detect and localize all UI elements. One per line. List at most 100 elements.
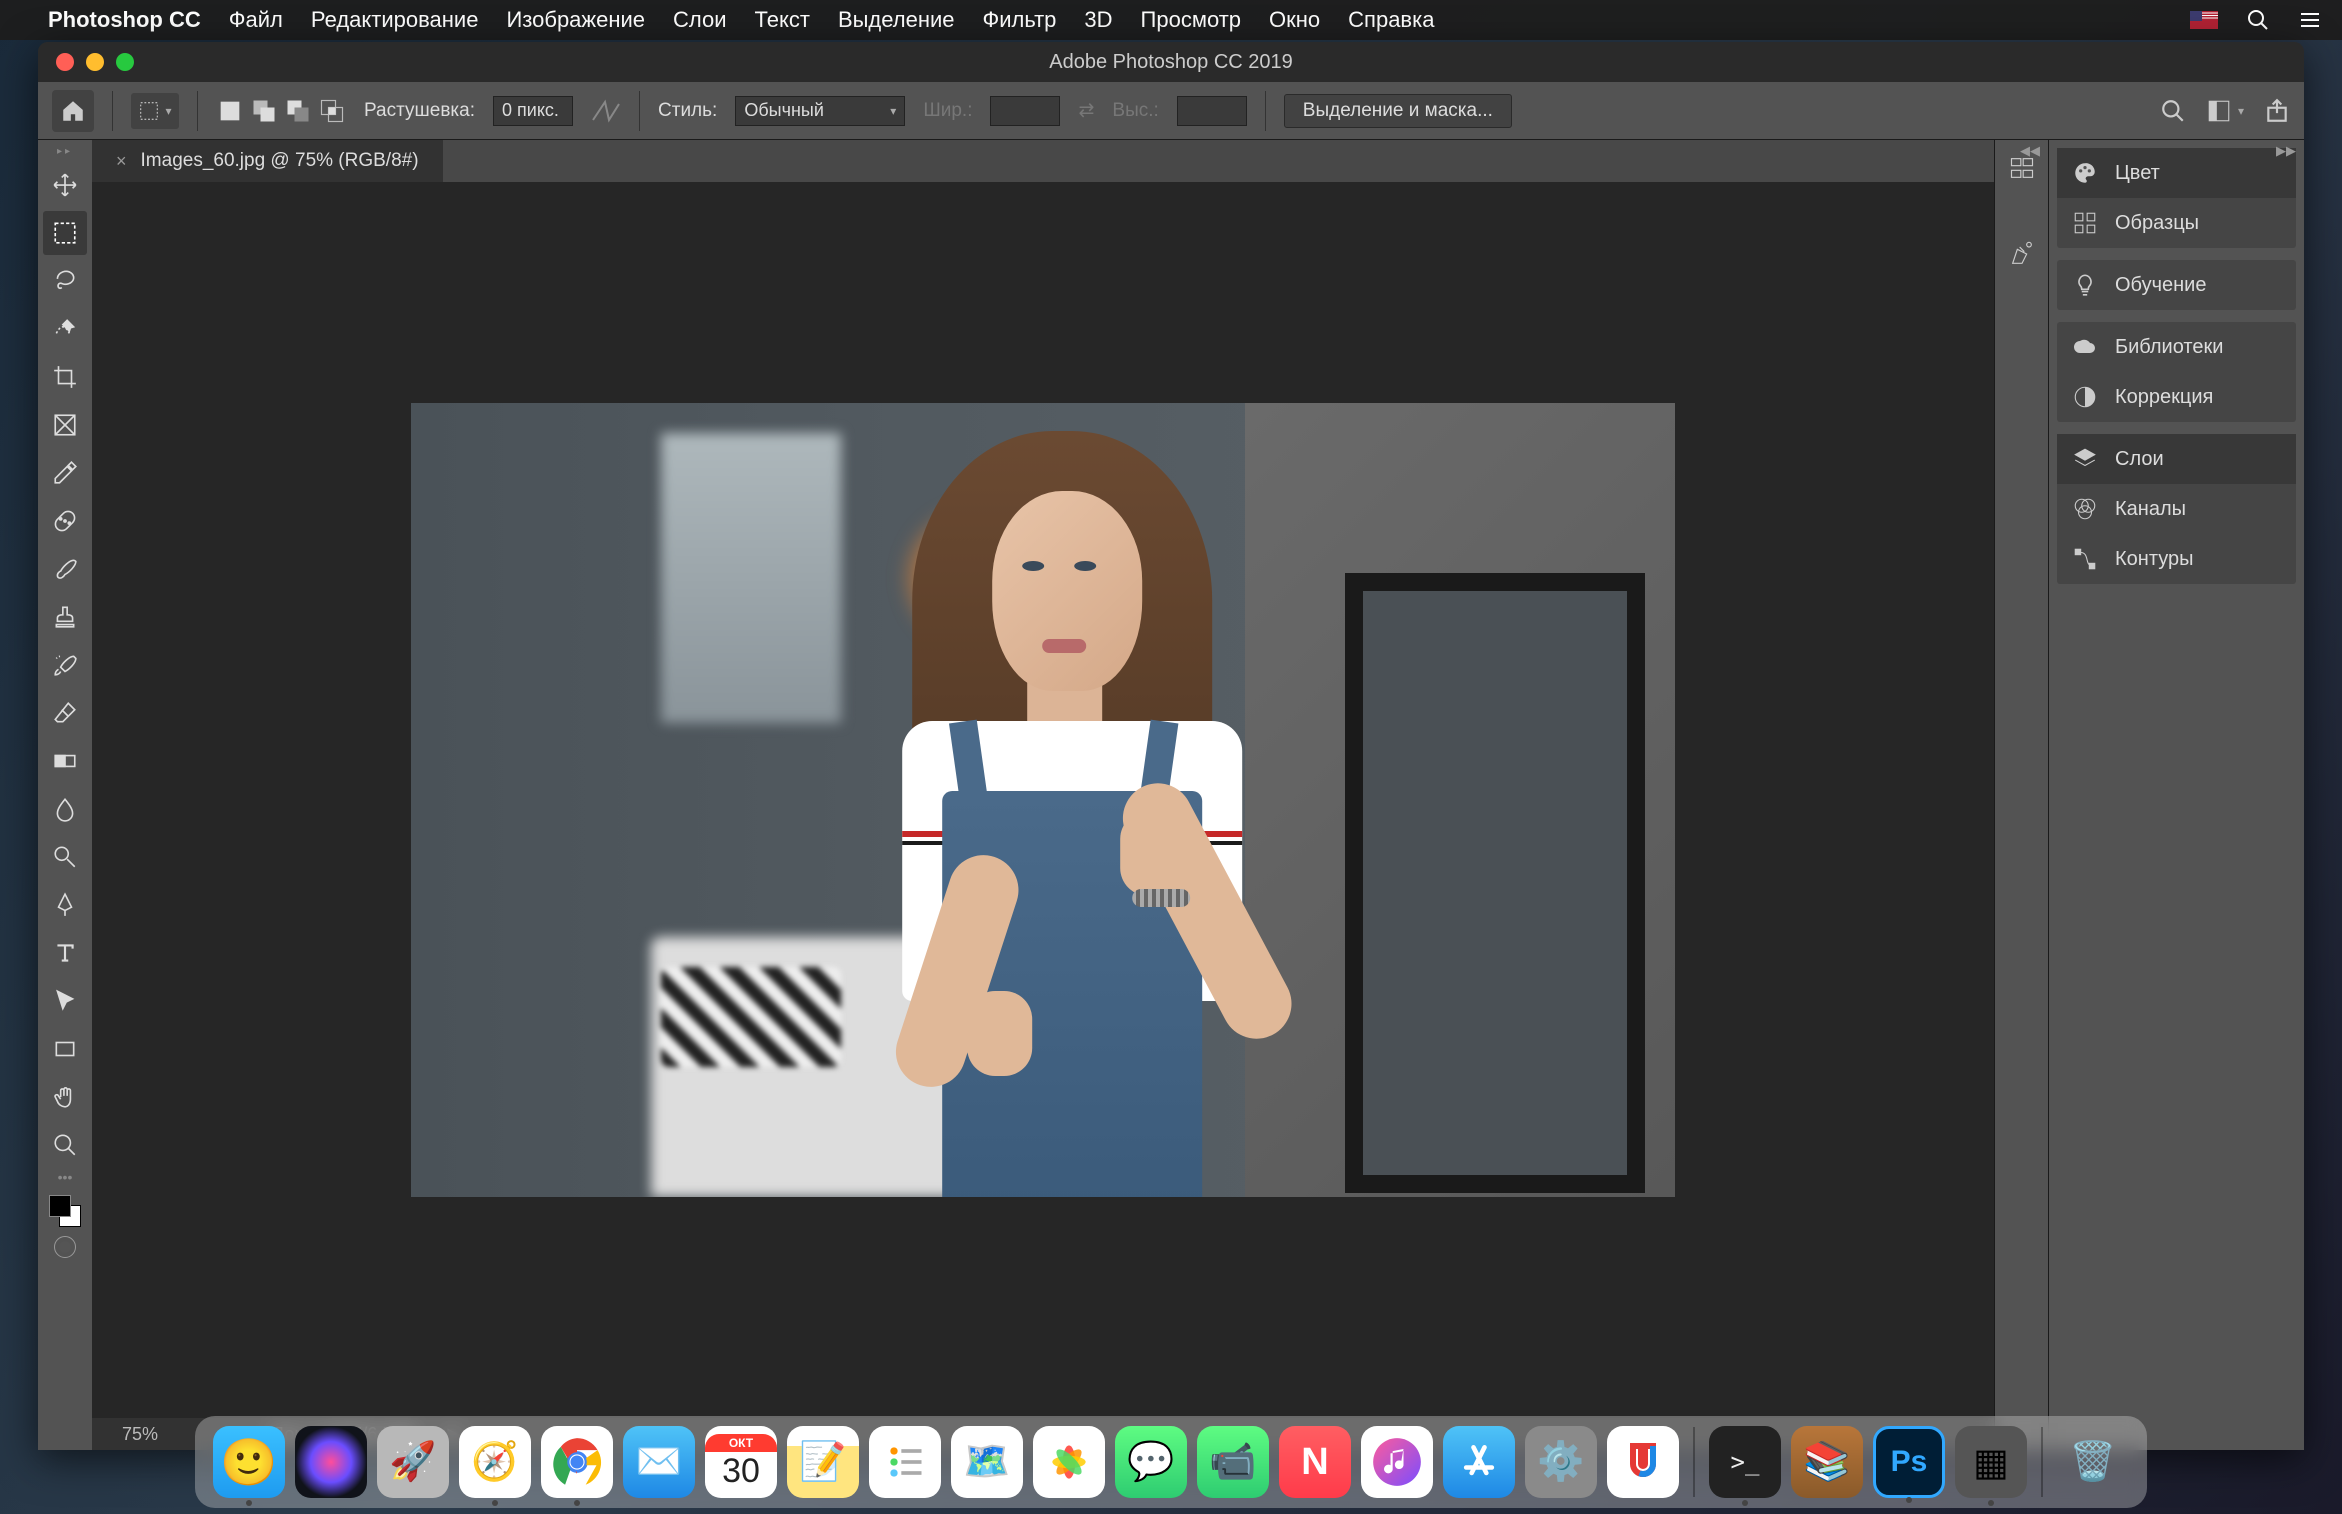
- menu-3d[interactable]: 3D: [1084, 7, 1112, 33]
- dock-trash[interactable]: 🗑️: [2057, 1426, 2129, 1498]
- adjust-icon: [2071, 383, 2099, 411]
- dock-maps[interactable]: 🗺️: [951, 1426, 1023, 1498]
- menu-layers[interactable]: Слои: [673, 7, 727, 33]
- window-maximize-button[interactable]: [116, 53, 134, 71]
- menu-select[interactable]: Выделение: [838, 7, 955, 33]
- hand-tool[interactable]: [43, 1075, 87, 1119]
- blur-tool[interactable]: [43, 787, 87, 831]
- dock-siri[interactable]: [295, 1426, 367, 1498]
- properties-panel-icon[interactable]: [2004, 236, 2040, 272]
- panel-adjustments[interactable]: Коррекция: [2057, 372, 2296, 422]
- selection-subtract-icon[interactable]: [284, 97, 312, 125]
- history-brush-tool[interactable]: [43, 643, 87, 687]
- panel-layers[interactable]: Слои: [2057, 434, 2296, 484]
- dock-app-unknown[interactable]: ▦: [1955, 1426, 2027, 1498]
- menu-image[interactable]: Изображение: [506, 7, 645, 33]
- path-select-tool[interactable]: [43, 979, 87, 1023]
- menu-filter[interactable]: Фильтр: [983, 7, 1057, 33]
- dock-itunes[interactable]: [1361, 1426, 1433, 1498]
- menu-window[interactable]: Окно: [1269, 7, 1320, 33]
- move-tool[interactable]: [43, 163, 87, 207]
- quick-mask-toggle[interactable]: [43, 1233, 87, 1261]
- dock-photoshop[interactable]: Ps: [1873, 1426, 1945, 1498]
- window-minimize-button[interactable]: [86, 53, 104, 71]
- frame-tool[interactable]: [43, 403, 87, 447]
- window-titlebar[interactable]: Adobe Photoshop CC 2019: [38, 42, 2304, 82]
- edit-toolbar-button[interactable]: •••: [43, 1169, 87, 1189]
- dock-chrome[interactable]: [541, 1426, 613, 1498]
- stamp-tool[interactable]: [43, 595, 87, 639]
- dock-messages[interactable]: 💬: [1115, 1426, 1187, 1498]
- dock-notes[interactable]: 📝: [787, 1426, 859, 1498]
- dock-preferences[interactable]: ⚙️: [1525, 1426, 1597, 1498]
- home-button[interactable]: [52, 90, 94, 132]
- menu-view[interactable]: Просмотр: [1141, 7, 1241, 33]
- gradient-tool[interactable]: [43, 739, 87, 783]
- menu-help[interactable]: Справка: [1348, 7, 1434, 33]
- document-canvas[interactable]: [411, 403, 1675, 1197]
- dock-reminders[interactable]: [869, 1426, 941, 1498]
- window-close-button[interactable]: [56, 53, 74, 71]
- dock-facetime[interactable]: 📹: [1197, 1426, 1269, 1498]
- dock-news[interactable]: N: [1279, 1426, 1351, 1498]
- app-menu[interactable]: Photoshop CC: [48, 7, 201, 33]
- type-tool[interactable]: [43, 931, 87, 975]
- control-center-icon[interactable]: [2298, 8, 2322, 32]
- canvas-viewport[interactable]: [92, 182, 1994, 1418]
- foreground-background-colors[interactable]: [43, 1189, 87, 1233]
- panel-color[interactable]: Цвет: [2057, 148, 2296, 198]
- document-tab[interactable]: × Images_60.jpg @ 75% (RGB/8#): [92, 140, 443, 182]
- panel-paths[interactable]: Контуры: [2057, 534, 2296, 584]
- eyedropper-tool[interactable]: [43, 451, 87, 495]
- eraser-tool[interactable]: [43, 691, 87, 735]
- panel-learn[interactable]: Обучение: [2057, 260, 2296, 310]
- pen-tool[interactable]: [43, 883, 87, 927]
- dock-calendar[interactable]: ОКТ 30: [705, 1426, 777, 1498]
- marquee-tool[interactable]: [43, 211, 87, 255]
- healing-tool[interactable]: [43, 499, 87, 543]
- lasso-tool[interactable]: [43, 259, 87, 303]
- photoshop-window: Adobe Photoshop CC 2019 ▾ Растушевка: Ст…: [38, 42, 2304, 1450]
- dock-mail[interactable]: ✉️: [623, 1426, 695, 1498]
- toolbar-handle[interactable]: ▸▸: [57, 146, 73, 157]
- zoom-tool[interactable]: [43, 1123, 87, 1167]
- menu-file[interactable]: Файл: [229, 7, 283, 33]
- panel-swatches[interactable]: Образцы: [2057, 198, 2296, 248]
- menu-edit[interactable]: Редактирование: [311, 7, 479, 33]
- workspace-switcher[interactable]: ▾: [2206, 98, 2244, 124]
- search-icon[interactable]: [2160, 98, 2186, 124]
- height-label: Выс.:: [1112, 100, 1158, 122]
- crop-tool[interactable]: [43, 355, 87, 399]
- quick-select-tool[interactable]: [43, 307, 87, 351]
- dock-terminal[interactable]: >_: [1709, 1426, 1781, 1498]
- panel-channels[interactable]: Каналы: [2057, 484, 2296, 534]
- brush-tool[interactable]: [43, 547, 87, 591]
- spotlight-icon[interactable]: [2246, 8, 2270, 32]
- collapse-panels-icon[interactable]: ▶▶: [2276, 143, 2296, 159]
- current-tool-preset[interactable]: ▾: [131, 93, 179, 129]
- selection-add-icon[interactable]: [250, 97, 278, 125]
- selection-new-icon[interactable]: [216, 97, 244, 125]
- dock-photos[interactable]: [1033, 1426, 1105, 1498]
- dock-finder[interactable]: 🙂: [213, 1426, 285, 1498]
- close-tab-icon[interactable]: ×: [116, 151, 127, 172]
- rectangle-tool[interactable]: [43, 1027, 87, 1071]
- dock-magnet[interactable]: [1607, 1426, 1679, 1498]
- menu-text[interactable]: Текст: [755, 7, 810, 33]
- dodge-tool[interactable]: [43, 835, 87, 879]
- dock-appstore[interactable]: [1443, 1426, 1515, 1498]
- share-icon[interactable]: [2264, 98, 2290, 124]
- selection-intersect-icon[interactable]: [318, 97, 346, 125]
- dock-launchpad[interactable]: 🚀: [377, 1426, 449, 1498]
- antialias-icon[interactable]: [591, 98, 621, 124]
- feather-input[interactable]: [493, 96, 573, 126]
- style-select[interactable]: Обычный▾: [735, 96, 905, 126]
- expand-strip-icon[interactable]: ◀◀: [2020, 143, 2040, 159]
- panel-libraries[interactable]: Библиотеки: [2057, 322, 2296, 372]
- dock-safari[interactable]: 🧭: [459, 1426, 531, 1498]
- dock-separator: [2041, 1427, 2043, 1497]
- dock-books[interactable]: 📚: [1791, 1426, 1863, 1498]
- input-source-icon[interactable]: [2190, 11, 2218, 29]
- collapsed-panel-strip: ◀◀: [1994, 140, 2048, 1450]
- select-and-mask-button[interactable]: Выделение и маска...: [1284, 94, 1512, 128]
